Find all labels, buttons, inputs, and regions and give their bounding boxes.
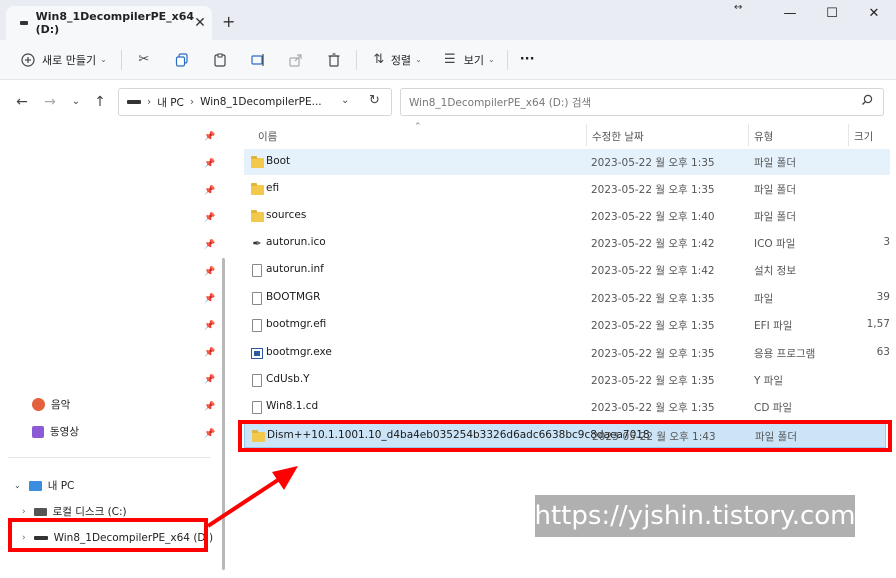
watermark: https://yjshin.tistory.com bbox=[534, 495, 856, 537]
annotation-arrow bbox=[206, 466, 298, 528]
